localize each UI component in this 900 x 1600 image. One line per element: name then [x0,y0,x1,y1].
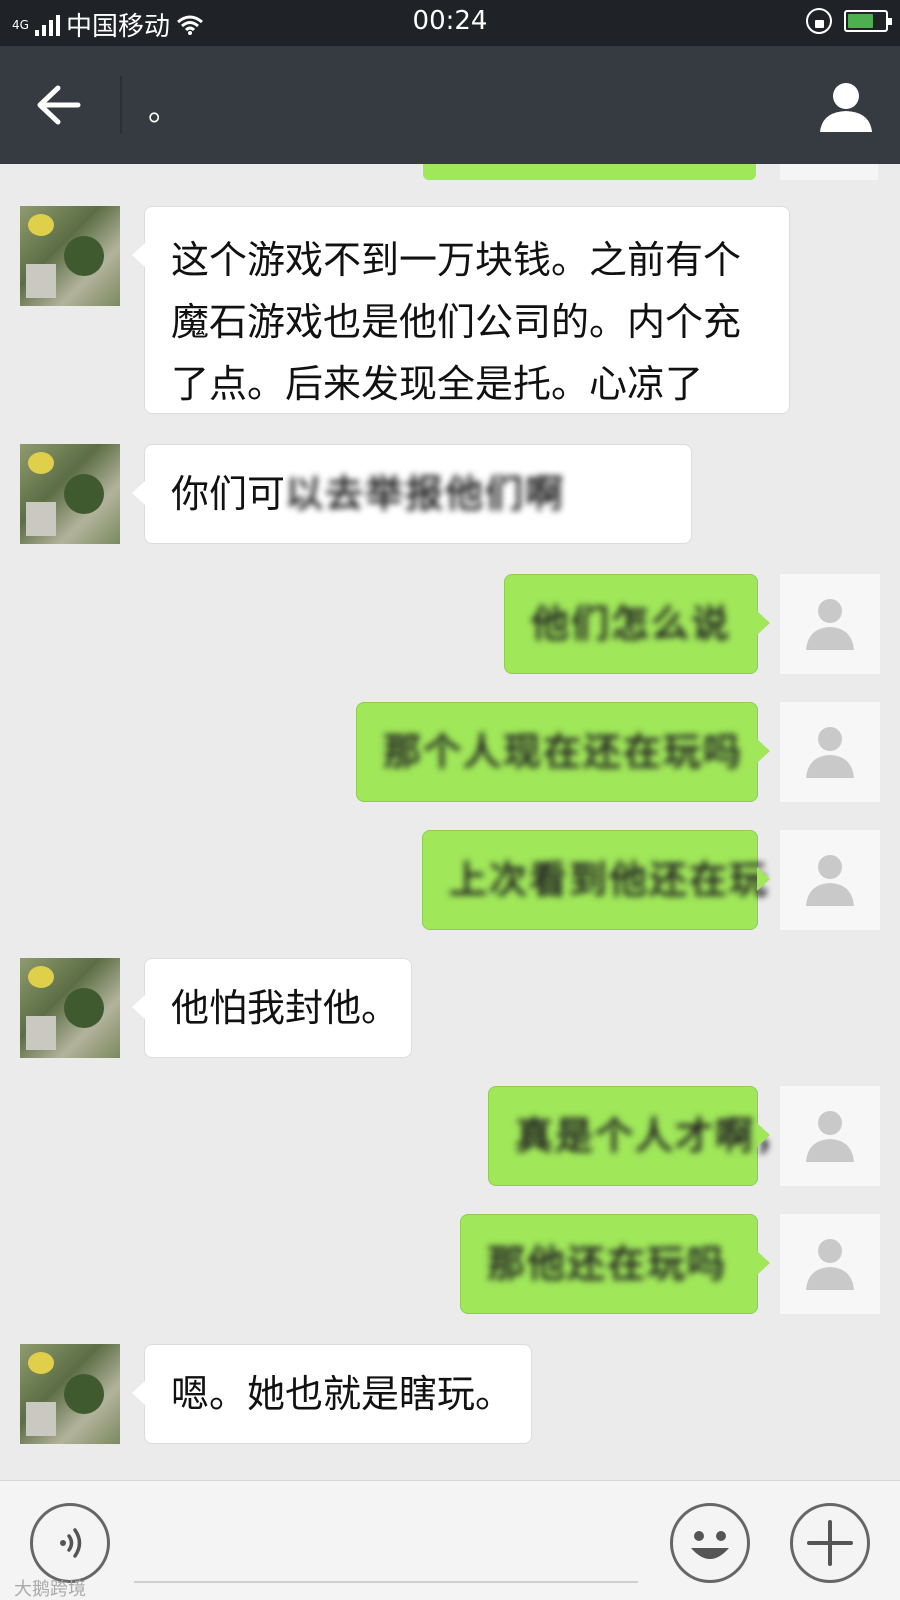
message-text-blurred: 上次看到他还在玩 [449,858,770,902]
status-bar: 4G 中国移动 00:24 [0,0,900,46]
message-input[interactable] [134,1581,638,1583]
status-right [806,8,892,34]
battery-icon [844,10,892,32]
message-bubble-outgoing[interactable]: 那个人现在还在玩吗 [356,702,770,802]
message-bubble-partial [423,164,756,180]
user-placeholder-icon [806,855,854,906]
profile-icon[interactable] [818,78,874,134]
message-text: 他怕我封他。 [171,986,400,1030]
my-avatar[interactable] [780,1214,880,1314]
emoji-button[interactable] [670,1503,750,1583]
message-text: 你们可 [171,472,286,516]
smiley-icon [691,1531,729,1559]
my-avatar[interactable] [780,574,880,674]
message-bubble-incoming[interactable]: 你们可以去举报他们啊 [132,444,692,544]
watermark: 大鹅跨境 [14,1579,86,1600]
avatar-partial [780,164,878,180]
message-text-line: 这个游戏不到一万块钱。之前有个 [171,238,742,282]
chat-title: 。 [148,90,181,128]
friend-avatar[interactable] [20,958,120,1058]
friend-avatar[interactable] [20,206,120,306]
user-placeholder-icon [806,1239,854,1290]
friend-avatar[interactable] [20,444,120,544]
message-text-blurred: 那他还在玩吗 [487,1242,728,1286]
my-avatar[interactable] [780,830,880,930]
rotation-lock-icon [806,8,832,34]
message-bubble-incoming[interactable]: 这个游戏不到一万块钱。之前有个 魔石游戏也是他们公司的。内个充 了点。后来发现全… [132,206,790,414]
message-bubble-outgoing[interactable]: 上次看到他还在玩 [422,830,770,930]
chat-header: 。 [0,46,900,164]
message-text-blurred: 他们怎么说 [531,602,732,646]
header-divider [120,76,122,134]
message-text-line: 了点。后来发现全是托。心凉了 [171,362,704,406]
my-avatar[interactable] [780,702,880,802]
friend-avatar[interactable] [20,1344,120,1444]
message-bubble-outgoing[interactable]: 真是个人才啊， [488,1086,793,1186]
plus-icon [807,1520,853,1566]
message-text-line: 魔石游戏也是他们公司的。内个充 [171,300,742,344]
user-placeholder-icon [806,727,854,778]
user-placeholder-icon [806,1111,854,1162]
message-bubble-outgoing[interactable]: 那他还在玩吗 [460,1214,770,1314]
message-text-blurred: 以去举报他们啊 [285,472,566,516]
message-list[interactable]: 这个游戏不到一万块钱。之前有个 魔石游戏也是他们公司的。内个充 了点。后来发现全… [0,164,900,1480]
message-bubble-outgoing[interactable]: 他们怎么说 [504,574,770,674]
clock: 00:24 [412,6,488,36]
message-text-blurred: 那个人现在还在玩吗 [383,730,744,774]
voice-icon [60,1528,82,1558]
more-button[interactable] [790,1503,870,1583]
input-bar: 大鹅跨境 [0,1480,900,1600]
message-text: 嗯。她也就是瞎玩。 [171,1372,514,1416]
message-bubble-incoming[interactable]: 嗯。她也就是瞎玩。 [132,1344,532,1444]
voice-input-button[interactable] [30,1503,110,1583]
my-avatar[interactable] [780,1086,880,1186]
message-text-blurred: 真是个人才啊， [515,1114,796,1158]
user-placeholder-icon [806,599,854,650]
back-arrow-icon[interactable] [32,82,86,128]
message-bubble-incoming[interactable]: 他怕我封他。 [132,958,412,1058]
